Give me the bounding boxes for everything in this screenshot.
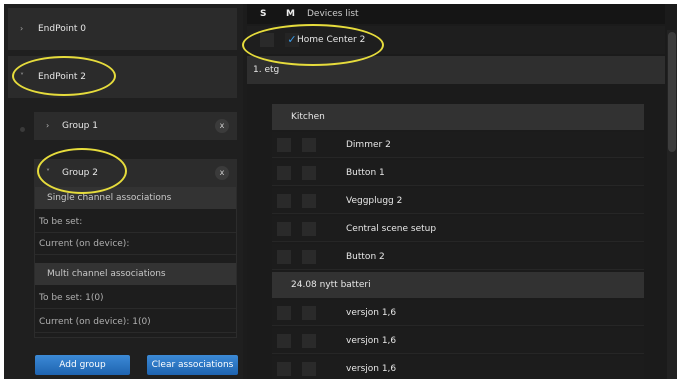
device-name: versjon 1,6: [346, 308, 397, 318]
group-1-label: Group 1: [62, 121, 98, 131]
device-row: Button 1: [272, 160, 644, 186]
multi-checkbox[interactable]: [302, 138, 316, 152]
single-checkbox[interactable]: [277, 138, 291, 152]
multi-checkbox[interactable]: [302, 362, 316, 376]
device-row: Button 2: [272, 244, 644, 270]
group-2-remove-button[interactable]: x: [215, 166, 229, 180]
chevron-right-icon: ›: [46, 121, 50, 130]
device-name: Button 1: [346, 168, 385, 178]
multi-checkbox[interactable]: [302, 250, 316, 264]
group-1-header[interactable]: › Group 1 x: [34, 112, 237, 140]
chevron-down-icon: ˅: [46, 168, 50, 177]
device-name: versjon 1,6: [346, 336, 397, 346]
group-2-label: Group 2: [62, 168, 98, 178]
single-checkbox[interactable]: [277, 362, 291, 376]
device-name: Central scene setup: [346, 224, 437, 234]
device-row: versjon 1,6: [272, 300, 644, 326]
section-batteri: 24.08 nytt batteri: [272, 272, 644, 298]
home-center-row: ✓ Home Center 2: [247, 26, 665, 54]
device-row: versjon 1,6: [272, 356, 644, 379]
group-2-header[interactable]: ˅ Group 2 x: [34, 159, 237, 187]
device-name: Veggplugg 2: [346, 196, 403, 206]
multi-column-header: M: [286, 9, 295, 19]
app-frame: › EndPoint 0 ˅ EndPoint 2 › Group 1 x ˅ …: [4, 4, 677, 379]
single-to-be-set: To be set:: [35, 211, 236, 233]
chevron-right-icon: ›: [20, 24, 24, 33]
single-channel-title: Single channel associations: [35, 187, 236, 209]
single-checkbox[interactable]: [277, 250, 291, 264]
single-checkbox[interactable]: [260, 33, 274, 47]
multi-checkbox[interactable]: [302, 222, 316, 236]
multi-channel-title: Multi channel associations: [35, 263, 236, 285]
endpoint-panel: › EndPoint 0 ˅ EndPoint 2 › Group 1 x ˅ …: [4, 4, 243, 379]
chevron-down-icon: ˅: [20, 72, 24, 81]
device-name: Dimmer 2: [346, 140, 391, 150]
group-2-associations: Single channel associations To be set: C…: [34, 186, 237, 338]
multi-checkbox[interactable]: [302, 334, 316, 348]
device-name: versjon 1,6: [346, 364, 397, 374]
endpoint-0-label: EndPoint 0: [38, 24, 87, 34]
group-1-remove-button[interactable]: x: [215, 119, 229, 133]
single-checkbox[interactable]: [277, 222, 291, 236]
device-row: versjon 1,6: [272, 328, 644, 354]
device-row: Dimmer 2: [272, 132, 644, 158]
home-center-label: Home Center 2: [297, 35, 366, 45]
clear-associations-button[interactable]: Clear associations: [147, 355, 238, 375]
single-checkbox[interactable]: [277, 334, 291, 348]
endpoint-0-header[interactable]: › EndPoint 0: [8, 8, 237, 50]
devices-panel: S M Devices list ✓ Home Center 2 1. etg …: [247, 4, 677, 379]
single-column-header: S: [260, 9, 267, 19]
endpoint-2-label: EndPoint 2: [38, 72, 87, 82]
multi-checkbox[interactable]: [302, 306, 316, 320]
section-kitchen: Kitchen: [272, 104, 644, 130]
single-checkbox[interactable]: [277, 194, 291, 208]
single-current: Current (on device):: [35, 233, 236, 255]
endpoint-2-header[interactable]: ˅ EndPoint 2: [8, 56, 237, 98]
scrollbar-thumb[interactable]: [668, 32, 676, 152]
device-row: Central scene setup: [272, 216, 644, 242]
multi-checkbox[interactable]: [302, 166, 316, 180]
multi-current: Current (on device): 1(0): [35, 311, 236, 333]
scrollbar[interactable]: [667, 30, 677, 379]
devices-list-title: Devices list: [307, 9, 359, 19]
devices-header: S M Devices list: [247, 4, 665, 24]
multi-checkbox[interactable]: [302, 194, 316, 208]
floor-header: 1. etg: [247, 56, 665, 84]
single-checkbox[interactable]: [277, 166, 291, 180]
tree-dot: [20, 127, 25, 132]
device-row: Veggplugg 2: [272, 188, 644, 214]
multi-to-be-set: To be set: 1(0): [35, 287, 236, 309]
add-group-button[interactable]: Add group: [35, 355, 130, 375]
single-checkbox[interactable]: [277, 306, 291, 320]
device-name: Button 2: [346, 252, 385, 262]
